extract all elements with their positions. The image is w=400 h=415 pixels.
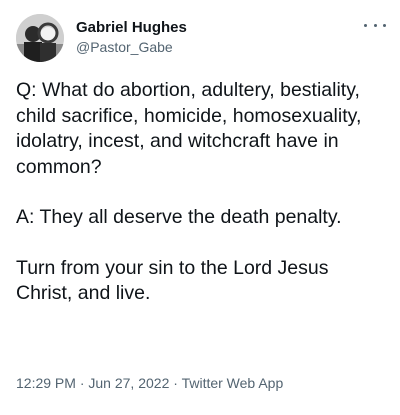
tweet-metadata: 12:29 PM · Jun 27, 2022 · Twitter Web Ap… (16, 375, 283, 391)
more-dot (383, 23, 386, 27)
author-handle[interactable]: @Pastor_Gabe (76, 37, 187, 57)
more-options-icon[interactable] (364, 18, 386, 32)
tweet-time[interactable]: 12:29 PM (16, 375, 76, 391)
tweet-paragraph-closing: Turn from your sin to the Lord Jesus Chr… (16, 256, 329, 305)
avatar[interactable] (16, 14, 64, 62)
tweet-paragraph-answer: A: They all deserve the death penalty. (16, 206, 342, 228)
tweet-paragraph-question: Q: What do abortion, adultery, bestialit… (16, 79, 362, 178)
author-display-name[interactable]: Gabriel Hughes (76, 18, 187, 37)
tweet-text: Q: What do abortion, adultery, bestialit… (16, 78, 388, 332)
meta-separator: · (79, 375, 85, 391)
avatar-photo-icon (16, 14, 64, 62)
tweet-card: Gabriel Hughes @Pastor_Gabe Q: What do a… (0, 0, 400, 415)
tweet-source[interactable]: Twitter Web App (182, 375, 284, 391)
meta-separator: · (173, 375, 178, 391)
tweet-header: Gabriel Hughes @Pastor_Gabe (16, 12, 388, 64)
more-dot (364, 23, 367, 27)
more-dot (373, 23, 377, 27)
tweet-date[interactable]: Jun 27, 2022 (88, 375, 169, 391)
author-names: Gabriel Hughes @Pastor_Gabe (76, 18, 187, 57)
